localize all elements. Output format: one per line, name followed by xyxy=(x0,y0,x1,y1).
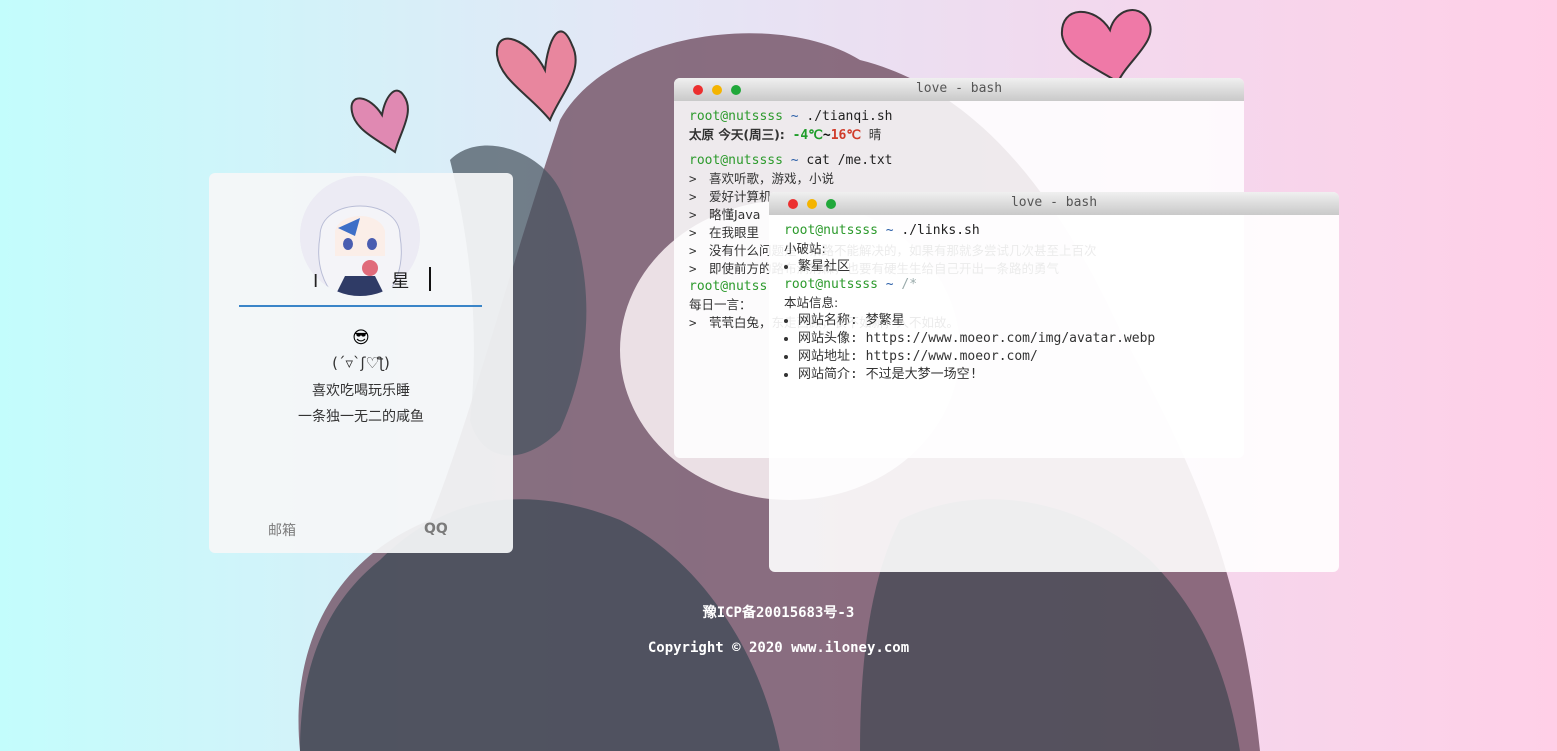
info-list: 网站名称: 梦繁星 网站头像: https://www.moeor.com/im… xyxy=(784,312,1325,384)
icp-link[interactable]: 豫ICP备20015683号-3 xyxy=(0,602,1557,622)
prompt-line: root@nutssss ~ /* xyxy=(784,277,918,292)
prompt-line: root@nutssss ~ ./tianqi.sh xyxy=(689,109,893,124)
profile-card: I 星 😎 (´▿`ʃ♡ƪ) 喜欢吃喝玩乐睡 一条独一无二的咸鱼 邮箱 QQ xyxy=(209,173,513,553)
sunglasses-emoji-icon: 😎 xyxy=(352,328,370,348)
bio-line-2: 一条独一无二的咸鱼 xyxy=(298,409,424,425)
info-item[interactable]: 网站头像: https://www.moeor.com/img/avatar.w… xyxy=(798,330,1325,348)
site-link-item[interactable]: 繁星社区 xyxy=(798,258,1325,276)
email-link[interactable]: 邮箱 xyxy=(268,520,296,540)
qq-link[interactable]: QQ xyxy=(424,521,448,537)
info-item: 网站名称: 梦繁星 xyxy=(798,312,1325,330)
terminal-body: root@nutssss ~ ./links.sh 小破站: 繁星社区 root… xyxy=(769,215,1339,384)
me-line: > 喜欢听歌，游戏，小说 xyxy=(689,171,835,186)
terminal-title: love - bash xyxy=(915,81,1003,96)
info-label: 本站信息: xyxy=(784,295,839,310)
site-label: 小破站: xyxy=(784,241,826,256)
info-item: 网站简介: 不过是大梦一场空! xyxy=(798,366,1325,384)
site-list: 繁星社区 xyxy=(784,258,1325,276)
terminal-titlebar[interactable]: love - bash xyxy=(674,78,1244,101)
terminal-titlebar[interactable]: love - bash xyxy=(769,192,1339,215)
bio-line-1: 喜欢吃喝玩乐睡 xyxy=(312,383,410,399)
terminal-title: love - bash xyxy=(1010,195,1098,210)
kaomoji: (´▿`ʃ♡ƪ) xyxy=(332,354,390,372)
text-cursor xyxy=(429,267,431,291)
typed-name: I 星 xyxy=(313,271,412,292)
terminal-window-links[interactable]: love - bash root@nutssss ~ ./links.sh 小破… xyxy=(769,192,1339,572)
weather-output: 太原 今天(周三): -4℃~16℃ 晴 xyxy=(689,127,882,143)
prompt-line: root@nutssss ~ cat /me.txt xyxy=(689,153,893,168)
prompt-line: root@nutssss ~ ./links.sh xyxy=(784,223,980,238)
info-item[interactable]: 网站地址: https://www.moeor.com/ xyxy=(798,348,1325,366)
copyright-text: Copyright © 2020 www.iloney.com xyxy=(647,640,910,656)
name-input-row[interactable]: I 星 xyxy=(239,265,482,307)
